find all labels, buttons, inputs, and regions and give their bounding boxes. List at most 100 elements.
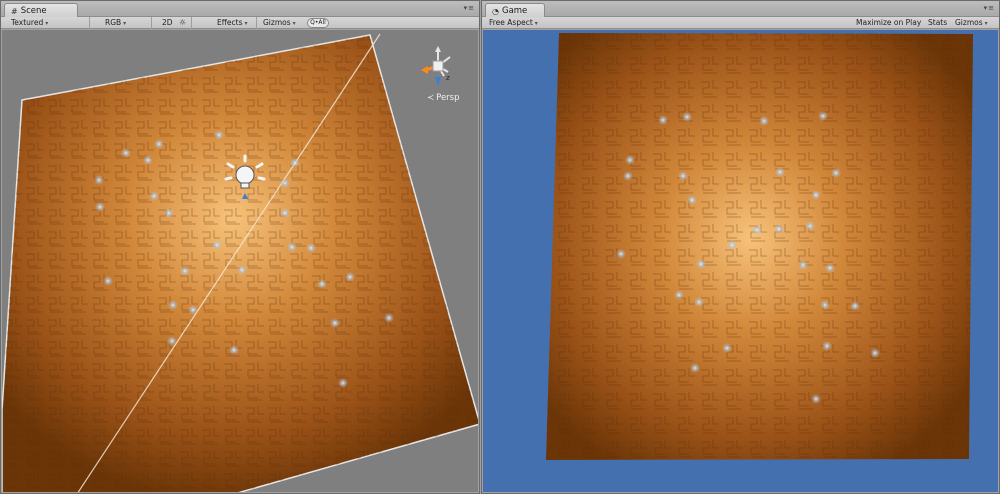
point-light-glow — [306, 243, 316, 253]
gizmos-label: Gizmos — [263, 18, 291, 27]
point-light-glow — [94, 175, 104, 185]
point-light-glow — [820, 300, 830, 310]
point-light-glow — [811, 394, 821, 404]
point-light-glow — [164, 208, 174, 218]
point-light-glow — [727, 240, 737, 250]
point-light-glow — [850, 301, 860, 311]
point-light-glow — [775, 167, 785, 177]
game-panel-menu-icon[interactable]: ▾≡ — [984, 4, 995, 12]
render-mode-dropdown[interactable]: RGB ▾ — [105, 18, 126, 28]
point-light-glow — [616, 249, 626, 259]
game-tab-bar: ◔ Game ▾≡ — [482, 1, 999, 17]
maximize-on-play-toggle[interactable]: Maximize on Play — [856, 18, 921, 28]
game-toolbar: Free Aspect ▾ Maximize on Play Stats Gizm… — [482, 17, 999, 29]
scene-tab-bar: # Scene ▾≡ — [1, 1, 479, 17]
point-light-glow — [229, 345, 239, 355]
toolbar-divider — [89, 17, 90, 29]
scene-panel-menu-icon[interactable]: ▾≡ — [464, 4, 475, 12]
point-light-glow — [338, 378, 348, 388]
point-light-glow — [287, 242, 297, 252]
projection-label: Persp — [436, 93, 460, 103]
point-light-glow — [831, 168, 841, 178]
point-light-glow — [237, 265, 247, 275]
point-light-glow — [143, 155, 153, 165]
point-light-glow — [149, 191, 159, 201]
point-light-glow — [811, 190, 821, 200]
axis-gizmo-icon[interactable] — [418, 46, 458, 86]
point-light-glow — [798, 260, 808, 270]
toolbar-divider — [151, 17, 152, 29]
stats-toggle[interactable]: Stats — [928, 18, 947, 28]
effects-dropdown[interactable]: Effects ▾ — [217, 18, 248, 28]
game-viewport[interactable] — [483, 30, 998, 492]
point-light-glow — [214, 130, 224, 140]
scene-render[interactable] — [2, 30, 478, 492]
render-mode-label: RGB — [105, 18, 122, 27]
gizmos-dropdown[interactable]: Gizmos ▾ — [263, 18, 296, 28]
point-light-glow — [345, 272, 355, 282]
z-axis-label: z — [446, 74, 450, 82]
dropdown-arrow-icon: ▾ — [984, 20, 988, 27]
point-light-glow — [290, 158, 300, 168]
dropdown-arrow-icon: ▾ — [534, 20, 538, 27]
point-light-glow — [103, 276, 113, 286]
point-light-glow — [674, 290, 684, 300]
aspect-dropdown[interactable]: Free Aspect ▾ — [489, 18, 538, 28]
perspective-icon: ≺ — [427, 93, 435, 103]
shading-mode-label: Textured — [11, 18, 44, 27]
game-gizmos-label: Gizmos — [955, 18, 983, 27]
toolbar-divider — [256, 17, 257, 29]
dropdown-arrow-icon: ▾ — [123, 20, 127, 27]
point-light-glow — [678, 171, 688, 181]
point-light-glow — [384, 313, 394, 323]
point-light-glow — [180, 266, 190, 276]
point-light-glow — [759, 116, 769, 126]
point-light-glow — [822, 341, 832, 351]
game-tab[interactable]: ◔ Game — [485, 3, 545, 17]
point-light-glow — [774, 224, 784, 234]
projection-toggle[interactable]: ≺ Persp — [427, 93, 460, 103]
point-light-glow — [722, 343, 732, 353]
point-light-glow — [121, 148, 131, 158]
dropdown-arrow-icon: ▾ — [45, 20, 49, 27]
point-light-glow — [280, 208, 290, 218]
point-light-glow — [690, 363, 700, 373]
scene-grid-icon: # — [11, 6, 18, 16]
game-render[interactable] — [483, 30, 998, 492]
2d-toggle-button[interactable]: 2D — [162, 18, 173, 28]
point-light-glow — [625, 155, 635, 165]
aspect-label: Free Aspect — [489, 18, 533, 27]
effects-label: Effects — [217, 18, 243, 27]
point-light-glow — [752, 225, 762, 235]
point-light-glow — [188, 305, 198, 315]
point-light-glow — [658, 115, 668, 125]
pacman-icon: ◔ — [492, 6, 499, 16]
point-light-glow — [330, 318, 340, 328]
point-light-glow — [818, 111, 828, 121]
game-floor-plane — [546, 33, 973, 460]
game-tab-label: Game — [501, 6, 528, 16]
floor-plane[interactable] — [2, 34, 478, 492]
point-light-glow — [696, 259, 706, 269]
scene-panel: # Scene ▾≡ Textured ▾ RGB ▾ 2D ☼ Effects ▾ … — [0, 0, 480, 494]
scene-viewport[interactable]: z ≺ Persp — [2, 30, 478, 492]
dropdown-arrow-icon: ▾ — [292, 20, 296, 27]
game-gizmos-dropdown[interactable]: Gizmos ▾ — [955, 18, 988, 28]
scene-tab-label: Scene — [20, 6, 47, 16]
point-light-glow — [280, 178, 290, 188]
point-light-glow — [623, 171, 633, 181]
point-light-glow — [825, 263, 835, 273]
point-light-glow — [168, 300, 178, 310]
scene-search-input[interactable]: Q•All — [307, 18, 329, 28]
scene-tab[interactable]: # Scene — [4, 3, 78, 17]
point-light-glow — [687, 195, 697, 205]
point-light-glow — [682, 112, 692, 122]
point-light-glow — [154, 139, 164, 149]
shading-mode-dropdown[interactable]: Textured ▾ — [11, 18, 48, 28]
game-panel: ◔ Game ▾≡ Free Aspect ▾ Maximize on Play … — [481, 0, 1000, 494]
scene-lighting-toggle-icon[interactable]: ☼ — [179, 18, 186, 28]
point-light-glow — [167, 336, 177, 346]
point-light-glow — [317, 279, 327, 289]
dropdown-arrow-icon: ▾ — [244, 20, 248, 27]
point-light-glow — [95, 202, 105, 212]
